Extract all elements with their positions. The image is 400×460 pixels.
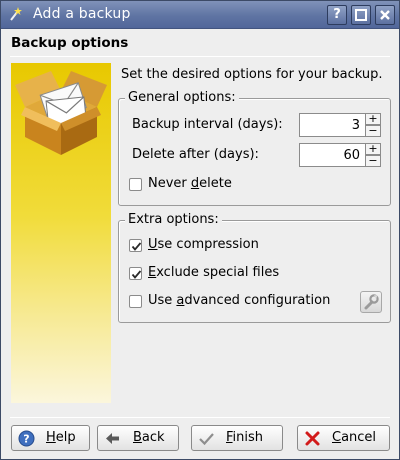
use-compression-checkbox[interactable] (129, 239, 142, 252)
intro-text: Set the desired options for your backup. (121, 67, 383, 82)
advanced-configuration-label[interactable]: Use advanced configuration (148, 293, 330, 308)
backup-interval-spinbox[interactable]: + − (299, 113, 381, 137)
use-compression-label[interactable]: Use compression (148, 237, 259, 252)
general-options-group: General options: Backup interval (days):… (118, 90, 391, 206)
arrow-left-icon (104, 430, 121, 447)
delete-after-label: Delete after (days): (132, 147, 259, 162)
advanced-configuration-button[interactable] (360, 291, 382, 313)
close-icon (380, 10, 390, 20)
help-icon: ? (18, 430, 35, 447)
general-options-title: General options: (125, 90, 239, 106)
window-title: Add a backup (33, 6, 131, 22)
svg-text:?: ? (23, 433, 29, 446)
title-bar[interactable]: Add a backup ? (1, 1, 399, 29)
exclude-special-files-accelerator: E (148, 265, 157, 280)
cancel-accelerator: C (332, 430, 342, 445)
checkmark-icon (131, 242, 142, 251)
close-button[interactable] (375, 5, 395, 25)
never-delete-accelerator: d (190, 176, 200, 191)
maximize-button[interactable] (351, 5, 371, 25)
footer-divider (10, 417, 390, 418)
advanced-configuration-checkbox[interactable] (129, 295, 142, 308)
cancel-button[interactable]: Cancel (297, 425, 390, 451)
x-cancel-icon (304, 430, 321, 447)
page-title: Backup options (11, 35, 129, 51)
wrench-icon (364, 294, 379, 310)
package-mail-icon (15, 71, 107, 155)
extra-options-group: Extra options: Use compression Exclude s… (118, 212, 391, 323)
heading-divider (10, 56, 390, 57)
checkmark-icon (131, 270, 142, 279)
extra-options-title: Extra options: (125, 212, 222, 228)
cancel-label: ancel (341, 430, 377, 445)
use-compression-label-post: se compression (157, 237, 259, 252)
never-delete-label[interactable]: Never delete (148, 176, 232, 191)
finish-label: inish (232, 430, 264, 445)
exclude-special-files-checkbox[interactable] (129, 267, 142, 280)
help-button[interactable]: ? Help (11, 425, 90, 451)
advanced-configuration-label-pre: Use (148, 293, 177, 308)
never-delete-label-post: elete (199, 176, 232, 191)
backup-interval-decrement[interactable]: − (365, 125, 381, 137)
delete-after-input[interactable] (302, 145, 362, 165)
finish-button[interactable]: Finish (191, 425, 283, 451)
never-delete-label-pre: Never (148, 176, 191, 191)
context-help-button[interactable]: ? (327, 5, 347, 25)
backup-interval-label: Backup interval (days): (132, 117, 283, 132)
side-image-panel (11, 63, 111, 403)
use-compression-accelerator: U (148, 237, 158, 252)
magic-wand-icon (7, 6, 23, 22)
back-accelerator: B (133, 430, 142, 445)
back-label: ack (141, 430, 165, 445)
back-button[interactable]: Back (97, 425, 179, 451)
help-accelerator: H (46, 430, 56, 445)
checkmark-icon (198, 430, 215, 447)
maximize-icon (355, 9, 367, 21)
backup-interval-input[interactable] (302, 115, 362, 135)
help-label: elp (55, 430, 76, 445)
advanced-configuration-label-post: dvanced configuration (184, 293, 331, 308)
exclude-special-files-label-post: xclude special files (156, 265, 280, 280)
never-delete-checkbox[interactable] (129, 178, 142, 191)
exclude-special-files-label[interactable]: Exclude special files (148, 265, 279, 280)
delete-after-decrement[interactable]: − (365, 155, 381, 167)
dialog-window: Add a backup ? Backup options Set the de… (0, 0, 400, 460)
delete-after-spinbox[interactable]: + − (299, 143, 381, 167)
